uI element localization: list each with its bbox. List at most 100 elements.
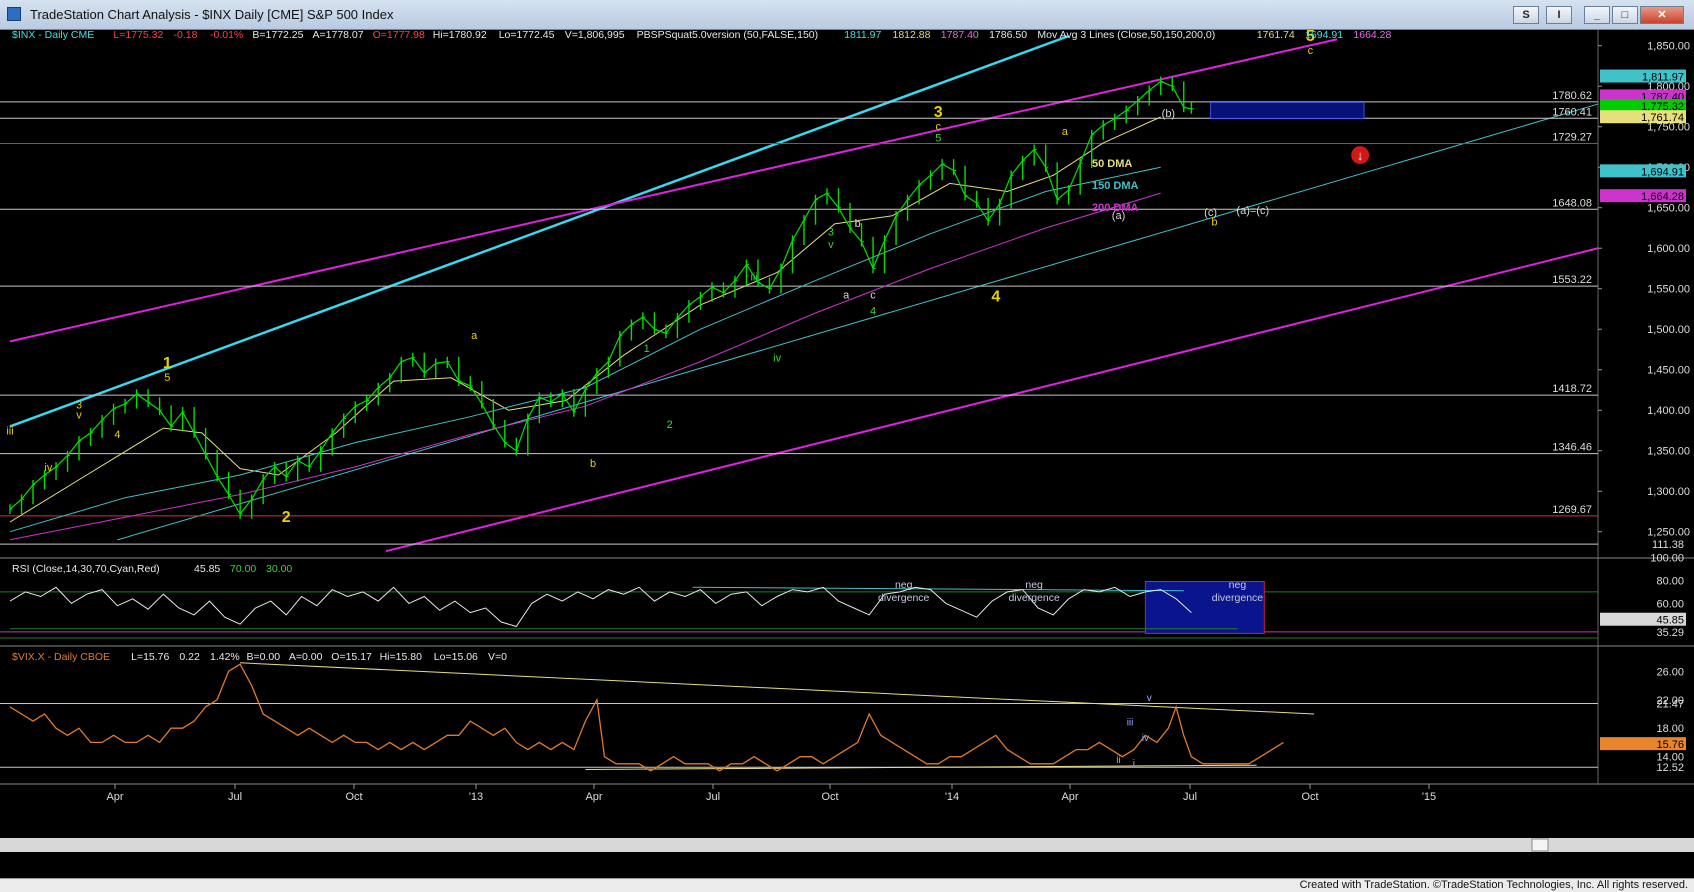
time-axis-label: Jul [1183,791,1197,803]
price-header-field: Lo=1772.45 [499,30,555,41]
wave-label: 5 [164,372,170,384]
price-header-field: 1787.40 [941,30,979,41]
price-header-field: O=1777.98 [373,30,425,41]
wave-label: 3 [828,226,834,238]
vix-header-field: O=15.17 [331,651,372,663]
vix-header-field: 0.22 [179,651,200,663]
time-axis-label: Apr [1061,791,1078,803]
rsi-annotation-line2: divergence [1008,592,1060,604]
resistance-box [1210,101,1365,120]
price-axis-label: 1,600.00 [1647,243,1690,255]
price-level-label: 1553.22 [1552,274,1592,286]
vix-axis-label: 12.52 [1656,762,1684,774]
horizontal-scrollbar[interactable] [0,838,1694,852]
scrollbar-thumb[interactable] [1531,838,1549,852]
ma-legend-label: 50 DMA [1092,158,1132,170]
wave-label: c [1308,45,1314,57]
vix-header-field: A=0.00 [289,651,323,663]
minimize-button[interactable]: _ [1584,6,1610,24]
time-axis-label: '15 [1422,791,1436,803]
price-axis-label: 1,300.00 [1647,486,1690,498]
vix-header-field: B=0.00 [247,651,281,663]
wave-label: iv [773,353,781,365]
wave-label: 3 [934,104,943,121]
price-level-label: 1346.46 [1552,442,1592,454]
price-header-field: B=1772.25 [252,30,303,41]
vix-wave-label: iii [1127,717,1134,728]
price-axis-label: 1,350.00 [1647,446,1690,458]
price-header-field: L=1775.32 [113,30,163,41]
time-axis-label: Apr [106,791,123,803]
time-axis-label: '13 [469,791,483,803]
price-axis-label: 1,400.00 [1647,405,1690,417]
rsi-annotation-line2: divergence [878,592,930,604]
chart-canvas[interactable]: 1780.621760.411729.271648.081553.221418.… [0,30,1694,878]
vix-value-tag-label: 15.76 [1656,739,1684,751]
vix-trend-line [240,662,1315,715]
rsi-annotation-line1: neg [895,579,913,591]
symbol-link-button[interactable]: S [1513,6,1539,24]
rsi-axis-label: 80.00 [1656,575,1684,587]
vix-header-field: L=15.76 [131,651,169,663]
time-axis-label: Apr [585,791,602,803]
price-axis-label: 1,550.00 [1647,284,1690,296]
rsi-axis-label: 111.38 [1652,539,1684,551]
price-series-line [9,80,1192,515]
ma-legend-label: 150 DMA [1092,180,1139,192]
price-header-field: $INX - Daily CME [12,30,94,41]
price-header-field: A=1778.07 [313,30,364,41]
wave-label: 5 [935,132,941,144]
price-level-label: 1648.08 [1552,197,1592,209]
price-header-field: 1811.97 [844,30,881,41]
window-titlebar: TradeStation Chart Analysis - $INX Daily… [0,0,1694,30]
wave-label: 2 [667,419,673,431]
price-header-field: V=1,806,995 [565,30,625,41]
wave-label: b [590,458,596,470]
vix-wave-label: v [1147,693,1152,704]
time-axis-label: Oct [1301,791,1318,803]
info-button[interactable]: I [1546,6,1572,24]
time-axis-label: '14 [945,791,959,803]
rsi-header-os: 30.00 [266,563,292,575]
price-header-field: Hi=1780.92 [433,30,487,41]
time-axis-label: Oct [345,791,362,803]
vix-axis-label: 21.47 [1656,699,1684,711]
price-header-field: 1694.91 [1305,30,1343,41]
wave-label: 1 [644,343,650,355]
price-level-label: 1269.67 [1552,504,1592,516]
rsi-axis-label: 60.00 [1656,598,1684,610]
wave-label: a [843,289,850,301]
moving-average-line [9,116,1161,523]
vix-header-field: 1.42% [210,651,240,663]
wave-label: v [828,239,834,251]
wave-label: (b) [1162,108,1175,120]
wave-label: iv [44,462,52,474]
vix-wave-label: iv [1142,733,1149,744]
rsi-value-tag-label: 45.85 [1656,615,1684,627]
wave-label: a [471,330,478,342]
copyright-text: Created with TradeStation. ©TradeStation… [1299,879,1688,891]
maximize-button[interactable]: □ [1612,6,1638,24]
price-tag-label: 1,761.74 [1641,112,1684,124]
wave-label: b [1211,217,1217,229]
wave-label: 1 [163,355,172,372]
price-header-field: 1761.74 [1257,30,1295,41]
close-button[interactable]: ✕ [1640,6,1684,24]
down-arrow-glyph: ↓ [1357,148,1364,163]
vix-axis-label: 18.00 [1656,723,1684,735]
vix-header-field: $VIX.X - Daily CBOE [12,651,110,663]
price-header-field: 1812.88 [893,30,931,41]
moving-average-line [9,192,1161,541]
status-bar: Created with TradeStation. ©TradeStation… [0,878,1694,892]
wave-label: 4 [991,289,1000,306]
chart-area[interactable]: 1780.62 1760.41 1729.27 1648.08 1553.22 1418.… [0,30,1694,878]
app-icon [7,7,21,21]
price-level-label: 1780.62 [1552,90,1592,102]
rsi-annotation-line2: divergence [1212,592,1264,604]
vix-line [9,663,1284,772]
vix-wave-label: i [1133,759,1135,770]
rsi-header-ob: 70.00 [230,563,256,575]
wave-label: a [1062,126,1069,138]
ma-legend-label: 200 DMA [1092,202,1139,214]
wave-label: iii [750,272,757,284]
